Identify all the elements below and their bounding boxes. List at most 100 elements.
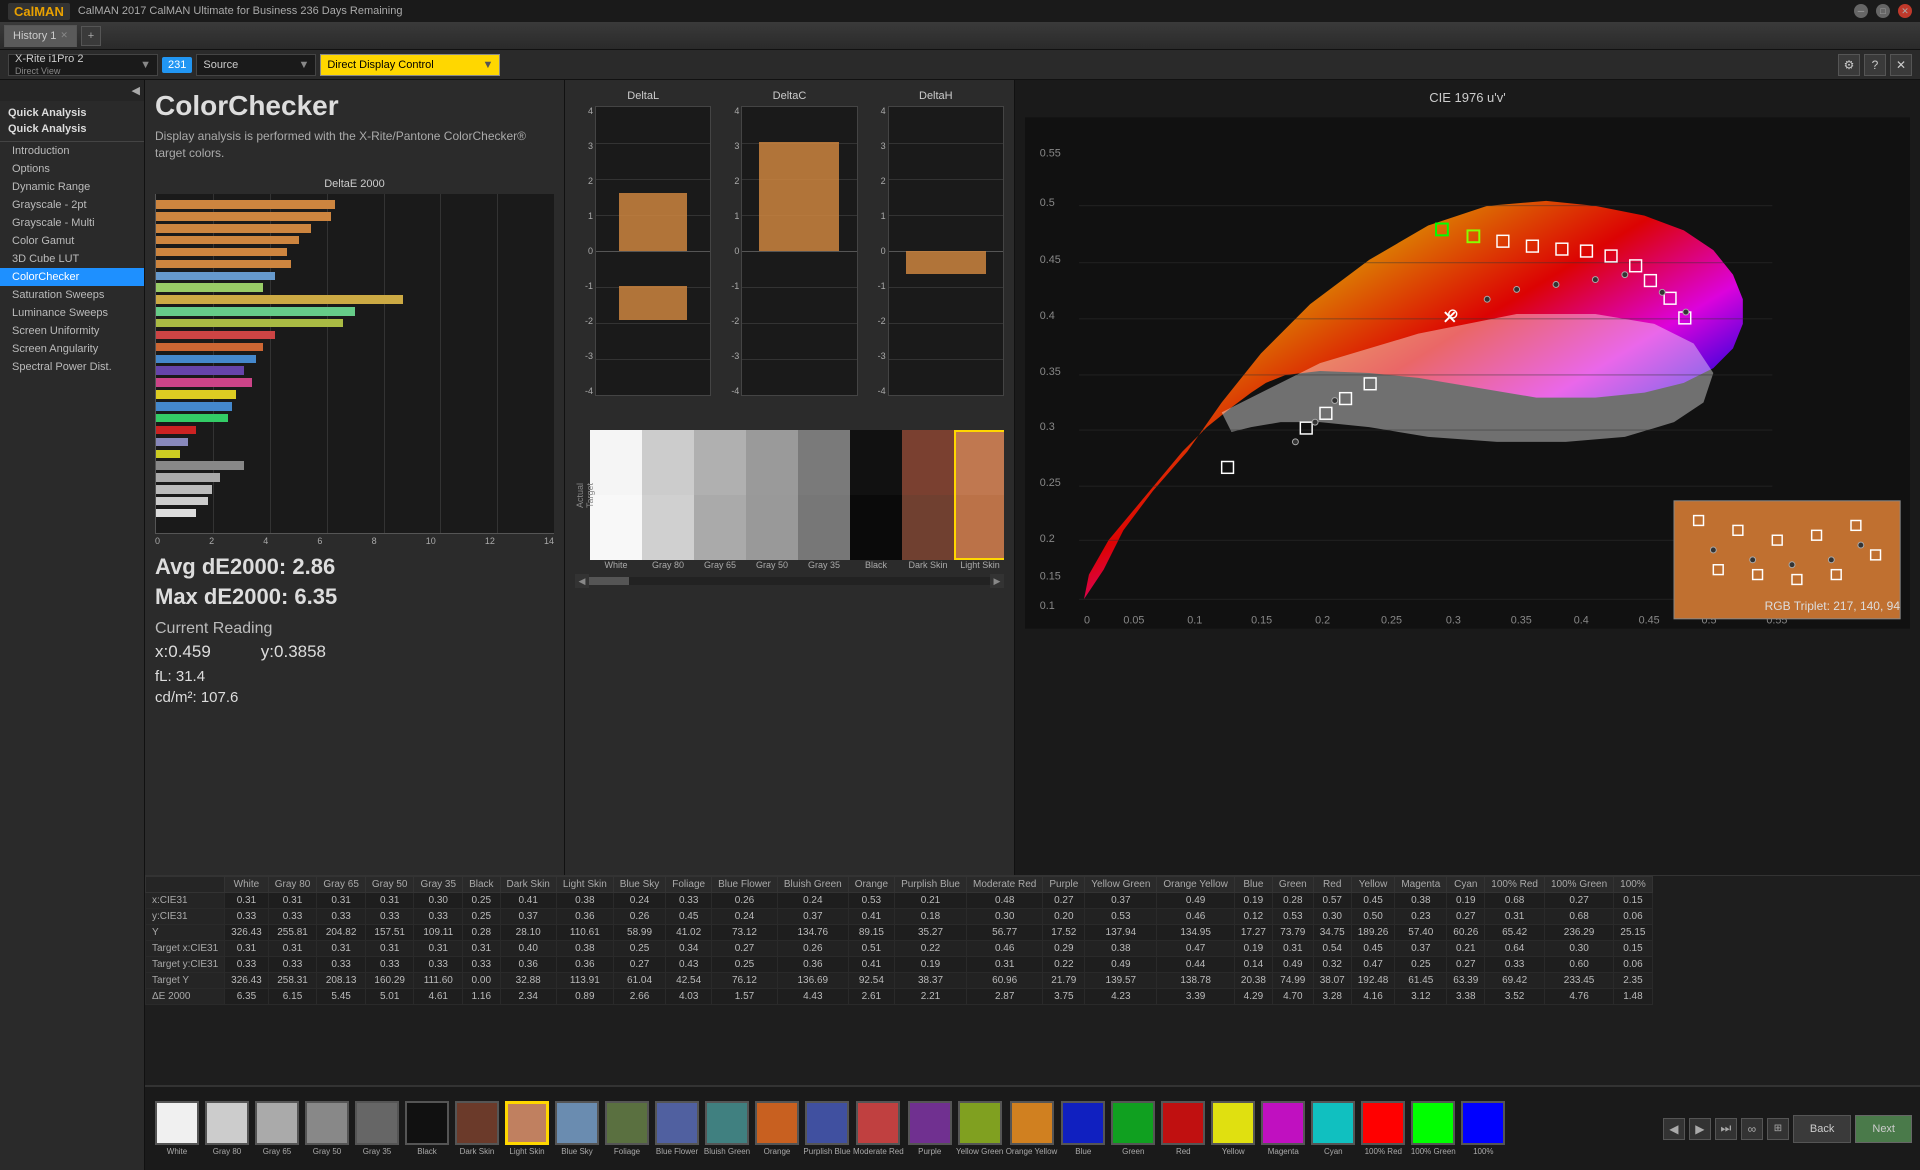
back-button[interactable]: Back (1793, 1115, 1851, 1143)
swatch-label: Gray 35 (363, 1147, 391, 1157)
bottom-swatch-item[interactable]: Orange Yellow (1006, 1101, 1058, 1157)
prev-button[interactable]: ◀ (1663, 1118, 1685, 1140)
bottom-swatch-item[interactable]: 100% Green (1409, 1101, 1457, 1157)
sidebar-item-screen-uniformity[interactable]: Screen Uniformity (0, 322, 144, 340)
swatch-color (1261, 1101, 1305, 1145)
sidebar-item-3d-cube-lut[interactable]: 3D Cube LUT (0, 250, 144, 268)
bottom-swatch-item[interactable]: Yellow Green (956, 1101, 1004, 1157)
sidebar-item-saturation-sweeps[interactable]: Saturation Sweeps (0, 286, 144, 304)
cell-value: 58.99 (613, 925, 665, 941)
bar-15 (156, 378, 252, 386)
bottom-swatch-item[interactable]: Blue Flower (653, 1101, 701, 1157)
next-small-button[interactable]: ▶ (1689, 1118, 1711, 1140)
sidebar-item-colorchecker[interactable]: ColorChecker (0, 268, 144, 286)
help-button[interactable]: ? (1864, 54, 1886, 76)
cell-value: 0.68 (1545, 909, 1614, 925)
sidebar-item-spectral-power[interactable]: Spectral Power Dist. (0, 358, 144, 376)
svg-text:0.45: 0.45 (1040, 254, 1061, 266)
target-label: Target (585, 430, 595, 560)
bottom-swatch-item[interactable]: Yellow (1209, 1101, 1257, 1157)
data-table[interactable]: White Gray 80 Gray 65 Gray 50 Gray 35 Bl… (145, 875, 1920, 1085)
swatch-label: Dark Skin (460, 1147, 495, 1157)
next-button[interactable]: Next (1855, 1115, 1912, 1143)
bottom-swatch-item[interactable]: Gray 65 (253, 1101, 301, 1157)
bottom-swatch-item[interactable]: 100% (1459, 1101, 1507, 1157)
bottom-swatch-item[interactable]: Green (1109, 1101, 1157, 1157)
cell-value: 0.36 (556, 909, 613, 925)
bar-23 (156, 473, 220, 481)
bottom-swatch-item[interactable]: Light Skin (503, 1101, 551, 1157)
bottom-swatch-item[interactable]: White (153, 1101, 201, 1157)
sidebar-item-dynamic-range[interactable]: Dynamic Range (0, 178, 144, 196)
bottom-swatch-item[interactable]: Moderate Red (853, 1101, 904, 1157)
close-button[interactable]: ✕ (1898, 4, 1912, 18)
grid-button[interactable]: ⊞ (1767, 1118, 1789, 1140)
bottom-swatch-item[interactable]: Orange (753, 1101, 801, 1157)
cell-value: 3.28 (1313, 989, 1351, 1005)
sidebar-item-options[interactable]: Options (0, 160, 144, 178)
device-sub-label: Direct View (15, 66, 83, 77)
display-selector[interactable]: Direct Display Control ▼ (320, 54, 500, 76)
cie-chart-title: CIE 1976 u'v' (1025, 90, 1910, 105)
col-gray80: Gray 80 (268, 877, 317, 893)
bottom-swatch-item[interactable]: Gray 50 (303, 1101, 351, 1157)
minimize-button[interactable]: ─ (1854, 4, 1868, 18)
col-blueflower: Blue Flower (712, 877, 778, 893)
bottom-swatch-item[interactable]: Magenta (1259, 1101, 1307, 1157)
bottom-swatch-item[interactable]: Bluish Green (703, 1101, 751, 1157)
maximize-button[interactable]: □ (1876, 4, 1890, 18)
bottom-swatch-item[interactable]: Blue Sky (553, 1101, 601, 1157)
bottom-swatch-item[interactable]: Cyan (1309, 1101, 1357, 1157)
cell-value: 0.19 (1234, 941, 1272, 957)
bottom-swatch-item[interactable]: Blue (1059, 1101, 1107, 1157)
sidebar-collapse-btn[interactable]: ◀ (0, 80, 144, 101)
cell-value: 0.30 (1545, 941, 1614, 957)
bottom-swatch-item[interactable]: Gray 35 (353, 1101, 401, 1157)
cell-value: 5.45 (317, 989, 366, 1005)
top-controls: X-Rite i1Pro 2 Direct View ▼ 231 Source … (0, 50, 1920, 80)
bottom-swatch-item[interactable]: Red (1159, 1101, 1207, 1157)
sidebar-item-color-gamut[interactable]: Color Gamut (0, 232, 144, 250)
content-area: ColorChecker Display analysis is perform… (145, 80, 1920, 1170)
sidebar-item-luminance-sweeps[interactable]: Luminance Sweeps (0, 304, 144, 322)
bottom-swatch-item[interactable]: 100% Red (1359, 1101, 1407, 1157)
bottom-swatch-item[interactable]: Dark Skin (453, 1101, 501, 1157)
col-lightskin: Light Skin (556, 877, 613, 893)
cie-chart-svg: 0.55 0.5 0.45 0.4 0.35 0.3 0.25 0.2 0.15… (1025, 113, 1910, 633)
deltaL-chart: DeltaL 43210-1-2-3-4 (575, 90, 711, 420)
bottom-swatch-item[interactable]: Purple (906, 1101, 954, 1157)
svg-text:0.5: 0.5 (1040, 197, 1055, 209)
sidebar-item-screen-angularity[interactable]: Screen Angularity (0, 340, 144, 358)
cell-value: 0.31 (1272, 941, 1313, 957)
loop-button[interactable]: ∞ (1741, 1118, 1763, 1140)
bottom-swatch-item[interactable]: Foliage (603, 1101, 651, 1157)
bar-14 (156, 366, 244, 374)
add-tab-button[interactable]: + (81, 26, 101, 46)
device-selector[interactable]: X-Rite i1Pro 2 Direct View ▼ (8, 54, 158, 76)
bar-16 (156, 390, 236, 398)
close-panel-button[interactable]: ✕ (1890, 54, 1912, 76)
col-foliage: Foliage (666, 877, 712, 893)
sidebar-item-introduction[interactable]: Introduction (0, 142, 144, 160)
skip-button[interactable]: ⏭ (1715, 1118, 1737, 1140)
swatch-scrollbar[interactable]: ◀ ▶ (575, 574, 1004, 588)
cell-value: 41.02 (666, 925, 712, 941)
bar-1 (156, 212, 331, 220)
cell-value: 0.60 (1545, 957, 1614, 973)
swatch-label: Cyan (1324, 1147, 1343, 1157)
tab-close-icon[interactable]: ✕ (60, 30, 68, 41)
sidebar-item-grayscale-2pt[interactable]: Grayscale - 2pt (0, 196, 144, 214)
source-selector[interactable]: Source ▼ (196, 54, 316, 76)
bottom-swatch-item[interactable]: Purplish Blue (803, 1101, 851, 1157)
settings-button[interactable]: ⚙ (1838, 54, 1860, 76)
swatch-target-darkskin (902, 495, 954, 560)
sidebar-item-grayscale-multi[interactable]: Grayscale - Multi (0, 214, 144, 232)
cell-value: 0.14 (1234, 957, 1272, 973)
cell-value: 0.51 (848, 941, 894, 957)
cell-value: 189.26 (1351, 925, 1395, 941)
bottom-swatch-item[interactable]: Gray 80 (203, 1101, 251, 1157)
bottom-swatch-item[interactable]: Black (403, 1101, 451, 1157)
cell-value: 0.68 (1485, 893, 1545, 909)
tab-history1[interactable]: History 1 ✕ (4, 25, 77, 47)
current-reading-fl: fL: 31.4 (155, 668, 554, 685)
